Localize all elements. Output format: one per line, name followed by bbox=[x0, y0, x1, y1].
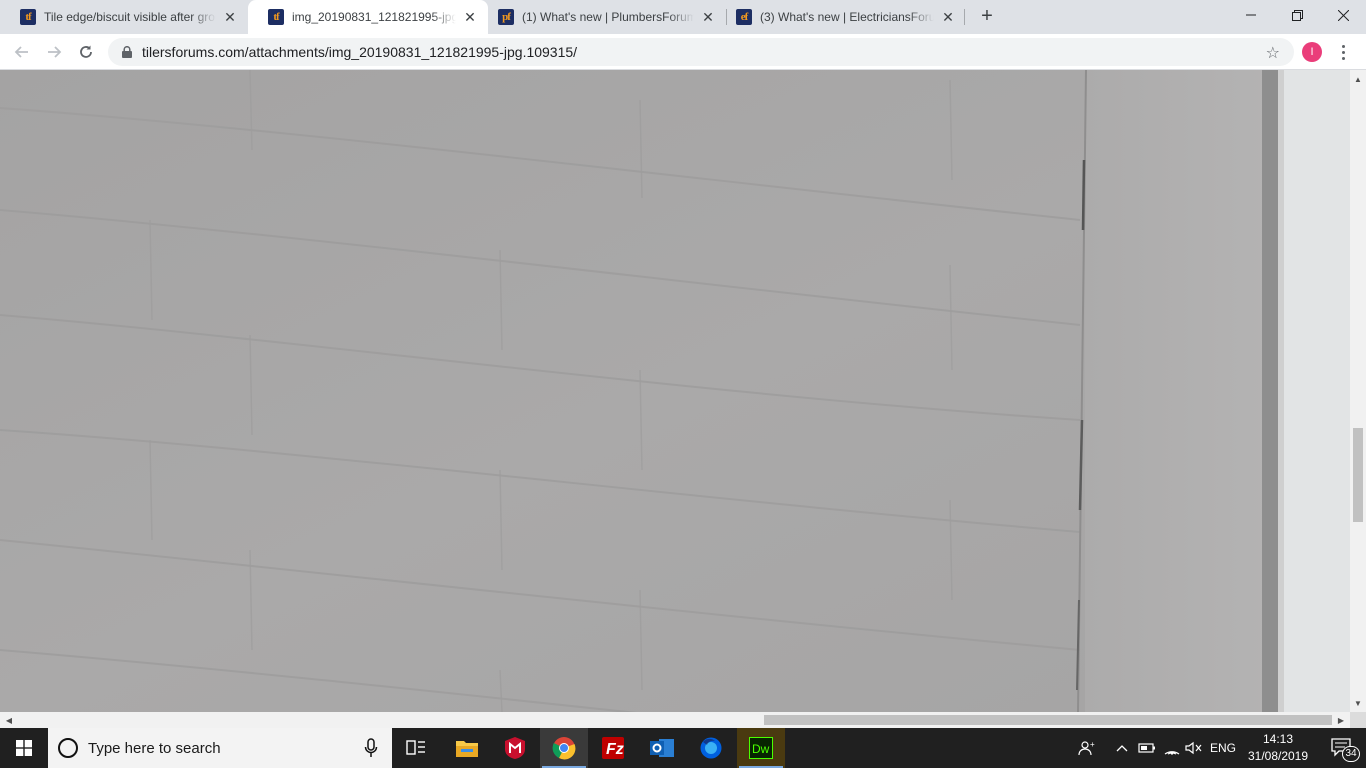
close-tab-icon[interactable]: ✕ bbox=[700, 9, 716, 25]
minimize-button[interactable] bbox=[1228, 0, 1274, 30]
restore-button[interactable] bbox=[1274, 0, 1320, 30]
filezilla-icon: Fz bbox=[602, 737, 624, 759]
url-text[interactable]: tilersforums.com/attachments/img_2019083… bbox=[142, 44, 577, 60]
tab-title: Tile edge/biscuit visible after grout bbox=[44, 10, 216, 24]
chrome-icon bbox=[552, 737, 576, 760]
vertical-scroll-thumb[interactable] bbox=[1353, 428, 1363, 522]
restore-icon bbox=[1291, 9, 1303, 21]
profile-avatar[interactable]: I bbox=[1302, 42, 1322, 62]
scroll-right-arrow-icon[interactable]: ▶ bbox=[1334, 712, 1348, 728]
start-button[interactable] bbox=[0, 728, 48, 768]
mcafee-taskbar-button[interactable] bbox=[491, 728, 539, 768]
tab-separator bbox=[964, 9, 965, 25]
tab-title: (3) What's new | ElectriciansForums bbox=[760, 10, 934, 24]
action-center-button[interactable]: 34 bbox=[1318, 728, 1366, 768]
tilersforums-favicon-icon: tf bbox=[20, 9, 36, 25]
close-tab-icon[interactable]: ✕ bbox=[222, 9, 238, 25]
tab-image-attachment[interactable]: tf img_20190831_121821995-jpg.109315 ✕ bbox=[248, 0, 488, 34]
file-explorer-taskbar-button[interactable] bbox=[443, 728, 491, 768]
address-bar[interactable]: tilersforums.com/attachments/img_2019083… bbox=[108, 38, 1294, 66]
back-icon bbox=[14, 46, 28, 58]
volume-muted-icon[interactable] bbox=[1184, 728, 1204, 768]
taskbar-search-box[interactable]: Type here to search bbox=[48, 728, 392, 768]
close-icon bbox=[1337, 9, 1349, 21]
forward-icon bbox=[48, 46, 62, 58]
firefox-icon bbox=[700, 737, 722, 759]
browser-toolbar: tilersforums.com/attachments/img_2019083… bbox=[0, 34, 1366, 70]
plumbersforums-favicon-icon: pf bbox=[498, 9, 514, 25]
chrome-menu-icon[interactable] bbox=[1336, 41, 1350, 63]
tab-plumbersforums[interactable]: pf (1) What's new | PlumbersForums ✕ bbox=[478, 0, 726, 34]
people-icon[interactable]: + bbox=[1076, 728, 1098, 768]
reload-icon bbox=[80, 45, 92, 58]
svg-text:Dw: Dw bbox=[752, 742, 770, 756]
tab-title: img_20190831_121821995-jpg.109315 bbox=[292, 10, 456, 24]
task-view-icon bbox=[406, 740, 425, 755]
bookmark-star-icon[interactable]: ☆ bbox=[1266, 43, 1280, 63]
dreamweaver-icon: Dw bbox=[749, 737, 773, 759]
microphone-icon[interactable] bbox=[364, 738, 378, 758]
chrome-taskbar-button[interactable] bbox=[540, 728, 588, 768]
close-tab-icon[interactable]: ✕ bbox=[940, 9, 956, 25]
dreamweaver-taskbar-button[interactable]: Dw bbox=[737, 728, 785, 768]
tab-title: (1) What's new | PlumbersForums bbox=[522, 10, 694, 24]
clock[interactable]: 14:13 31/08/2019 bbox=[1244, 731, 1312, 765]
tab-tile-edge[interactable]: tf Tile edge/biscuit visible after grout… bbox=[0, 0, 248, 34]
task-view-button[interactable] bbox=[392, 728, 440, 768]
scroll-down-arrow-icon[interactable]: ▼ bbox=[1350, 696, 1366, 710]
windows-logo-icon bbox=[16, 740, 32, 756]
tilersforums-favicon-icon: tf bbox=[268, 9, 284, 25]
cortana-icon bbox=[58, 738, 78, 758]
windows-taskbar: Type here to search Fz Dw + ENG 14:13 31… bbox=[0, 728, 1366, 768]
svg-text:Fz: Fz bbox=[606, 741, 624, 758]
tab-strip: tf Tile edge/biscuit visible after grout… bbox=[0, 0, 1366, 34]
clock-date: 31/08/2019 bbox=[1247, 749, 1309, 763]
horizontal-scrollbar[interactable]: ◀ ▶ bbox=[0, 712, 1350, 728]
folder-icon bbox=[456, 741, 478, 757]
wifi-icon[interactable] bbox=[1162, 728, 1182, 768]
image-viewport bbox=[0, 70, 1350, 712]
minimize-icon bbox=[1246, 14, 1256, 16]
close-tab-icon[interactable]: ✕ bbox=[462, 9, 478, 25]
close-window-button[interactable] bbox=[1320, 0, 1366, 30]
input-language[interactable]: ENG bbox=[1206, 728, 1240, 768]
mcafee-shield-icon bbox=[505, 737, 525, 759]
lock-icon[interactable] bbox=[120, 45, 134, 59]
notification-count-badge: 34 bbox=[1342, 746, 1360, 762]
vertical-scrollbar[interactable]: ▲ ▼ bbox=[1350, 70, 1366, 712]
clock-time: 14:13 bbox=[1262, 732, 1294, 746]
firefox-taskbar-button[interactable] bbox=[687, 728, 735, 768]
svg-text:+: + bbox=[1090, 740, 1095, 749]
outlook-taskbar-button[interactable] bbox=[638, 728, 686, 768]
filezilla-taskbar-button[interactable]: Fz bbox=[589, 728, 637, 768]
electriciansforums-favicon-icon: ef bbox=[736, 9, 752, 25]
search-placeholder: Type here to search bbox=[88, 739, 221, 757]
reload-button[interactable] bbox=[74, 40, 98, 64]
scrollbar-corner bbox=[1350, 712, 1366, 728]
tab-electriciansforums[interactable]: ef (3) What's new | ElectriciansForums ✕ bbox=[716, 0, 966, 34]
horizontal-scroll-thumb[interactable] bbox=[764, 715, 1332, 725]
tile-wall-photo[interactable] bbox=[0, 70, 1350, 712]
show-hidden-icons-chevron-icon[interactable] bbox=[1114, 728, 1130, 768]
scroll-left-arrow-icon[interactable]: ◀ bbox=[2, 712, 16, 728]
outlook-icon bbox=[650, 739, 674, 757]
battery-icon[interactable] bbox=[1137, 728, 1157, 768]
scroll-up-arrow-icon[interactable]: ▲ bbox=[1350, 72, 1366, 86]
new-tab-button[interactable]: + bbox=[976, 6, 998, 28]
forward-button[interactable] bbox=[42, 40, 66, 64]
back-button[interactable] bbox=[10, 40, 34, 64]
